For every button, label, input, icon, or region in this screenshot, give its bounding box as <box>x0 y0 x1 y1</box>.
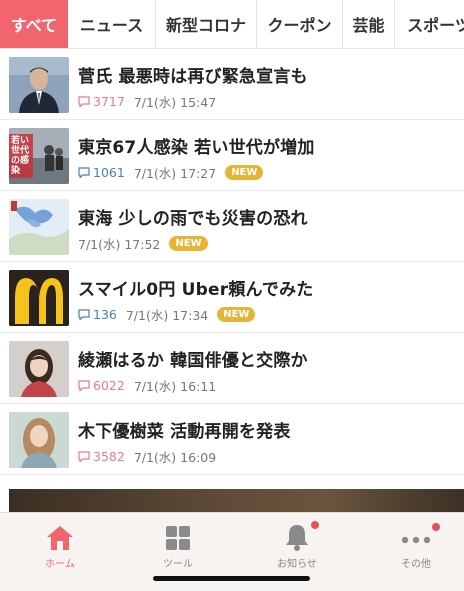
news-title: 木下優樹菜 活動再開を発表 <box>78 422 291 442</box>
bell-icon <box>286 525 308 551</box>
news-thumbnail <box>9 270 69 326</box>
tab-entertainment[interactable]: 芸能 <box>343 0 395 48</box>
nav-notifications-label: お知らせ <box>277 559 317 570</box>
comment-count: 136 <box>93 307 117 322</box>
comment-count: 3582 <box>93 449 125 464</box>
nav-tools-label: ツール <box>163 559 193 570</box>
more-icon <box>401 536 431 544</box>
news-thumbnail: 若い世代の感染 <box>9 128 69 184</box>
tab-covid[interactable]: 新型コロナ <box>156 0 257 48</box>
news-meta: 136 7/1(水) 17:34 NEW <box>78 305 256 324</box>
news-item[interactable]: 東海 少しの雨でも災害の恐れ 7/1(水) 17:52 NEW <box>0 191 464 262</box>
news-date: 7/1(水) 17:52 <box>78 237 161 252</box>
news-date: 7/1(水) 16:09 <box>133 450 217 465</box>
comment-icon <box>78 451 90 462</box>
news-title: 東海 少しの雨でも災害の恐れ <box>78 209 308 229</box>
news-title: 綾瀬はるか 韓国俳優と交際か <box>78 351 308 371</box>
news-item[interactable]: 綾瀬はるか 韓国俳優と交際か 6022 7/1(水) 16:11 <box>0 333 464 404</box>
category-tab-bar: すべて ニュース 新型コロナ クーポン 芸能 スポーツ <box>0 0 464 49</box>
news-date: 7/1(水) 16:11 <box>133 379 217 394</box>
comment-count: 6022 <box>93 378 125 393</box>
comment-count: 3717 <box>93 94 125 109</box>
grid-icon <box>166 526 190 550</box>
news-item[interactable]: 木下優樹菜 活動再開を発表 3582 7/1(水) 16:09 <box>0 404 464 475</box>
news-date: 7/1(水) 15:47 <box>133 95 217 110</box>
nav-tools[interactable]: ツール <box>138 521 218 570</box>
news-item[interactable]: 菅氏 最悪時は再び緊急宣言も 3717 7/1(水) 15:47 <box>0 49 464 120</box>
news-date: 7/1(水) 17:34 <box>125 308 209 323</box>
nav-other-label: その他 <box>401 559 431 570</box>
thumbnail-caption: 若い世代の感染 <box>11 136 30 176</box>
notification-dot <box>311 521 319 529</box>
news-meta: 7/1(水) 17:52 NEW <box>78 234 208 253</box>
news-meta: 1061 7/1(水) 17:27 NEW <box>78 163 264 182</box>
news-thumbnail <box>9 341 69 397</box>
home-icon <box>47 526 73 550</box>
news-item[interactable]: 若い世代の感染 東京67人感染 若い世代が増加 1061 7/1(水) 17:2… <box>0 120 464 191</box>
tab-sports[interactable]: スポーツ <box>395 0 464 48</box>
news-thumbnail <box>9 57 69 113</box>
new-badge: NEW <box>217 307 256 322</box>
news-thumbnail <box>9 199 69 255</box>
home-indicator <box>153 576 310 581</box>
tab-all[interactable]: すべて <box>0 0 68 48</box>
other-badge-dot <box>432 523 440 531</box>
comment-icon <box>78 309 90 320</box>
news-title: 菅氏 最悪時は再び緊急宣言も <box>78 67 308 87</box>
comment-icon <box>78 167 90 178</box>
nav-other[interactable]: その他 <box>376 521 456 570</box>
news-title: 東京67人感染 若い世代が増加 <box>78 138 315 158</box>
nav-notifications[interactable]: お知らせ <box>257 521 337 570</box>
news-meta: 6022 7/1(水) 16:11 <box>78 376 216 395</box>
comment-icon <box>78 96 90 107</box>
tab-coupon[interactable]: クーポン <box>257 0 343 48</box>
nav-home-label: ホーム <box>45 559 75 570</box>
news-item[interactable]: スマイル0円 Uber頼んでみた 136 7/1(水) 17:34 NEW <box>0 262 464 333</box>
tab-news[interactable]: ニュース <box>68 0 156 48</box>
new-badge: NEW <box>225 165 264 180</box>
news-thumbnail <box>9 412 69 468</box>
news-list: 菅氏 最悪時は再び緊急宣言も 3717 7/1(水) 15:47 若い世代の感染… <box>0 49 464 475</box>
news-date: 7/1(水) 17:27 <box>133 166 217 181</box>
news-title: スマイル0円 Uber頼んでみた <box>78 280 314 300</box>
news-meta: 3717 7/1(水) 15:47 <box>78 92 216 111</box>
comment-icon <box>78 380 90 391</box>
new-badge: NEW <box>169 236 208 251</box>
golden-arches-logo <box>9 270 69 326</box>
comment-count: 1061 <box>93 165 125 180</box>
nav-home[interactable]: ホーム <box>20 521 100 570</box>
news-meta: 3582 7/1(水) 16:09 <box>78 447 216 466</box>
